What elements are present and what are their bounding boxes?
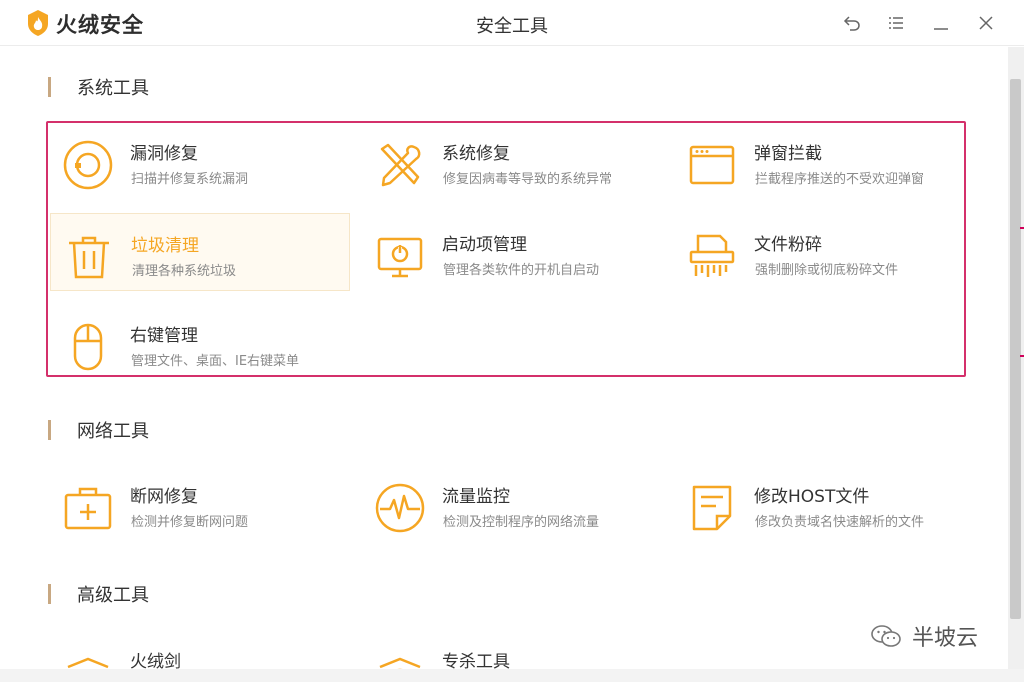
tool-title: 漏洞修复 (130, 144, 198, 164)
first-aid-icon (64, 487, 112, 530)
tool-title: 修改HOST文件 (754, 487, 870, 507)
tool-description: 修改负责域名快速解析的文件 (755, 515, 925, 530)
tool-file-shredder[interactable]: 文件粉碎 强制删除或彻底粉碎文件 (674, 213, 974, 291)
minimize-icon (934, 28, 948, 30)
section-title: 网络工具 (77, 421, 149, 442)
popup-window-icon (689, 145, 735, 185)
tool-edit-hosts-file[interactable]: 修改HOST文件 修改负责域名快速解析的文件 (674, 465, 974, 543)
mouse-icon (73, 323, 103, 371)
tools-panel: 系统工具 漏洞修复 扫描并修复系统漏洞 系统修复 修复因病毒等导致的系统异常 弹… (0, 47, 1008, 669)
tool-specialized-removal[interactable]: 专杀工具 (362, 630, 662, 669)
menu-button[interactable] (884, 11, 908, 35)
tool-title: 流量监控 (442, 487, 510, 507)
tool-description: 检测并修复断网问题 (131, 515, 249, 530)
title-bar: 火绒安全 安全工具 (0, 0, 1024, 46)
patch-icon (63, 140, 113, 190)
watermark-text: 半坡云 (912, 626, 979, 651)
vertical-scrollbar[interactable] (1008, 47, 1024, 669)
menu-icon (889, 17, 903, 29)
tool-title: 系统修复 (442, 144, 510, 164)
section-header-advanced-tools: 高级工具 (48, 582, 149, 606)
startup-monitor-icon (377, 237, 423, 278)
watermark: 半坡云 (870, 620, 978, 652)
tool-context-menu-manager[interactable]: 右键管理 管理文件、桌面、IE右键菜单 (50, 304, 350, 382)
edge-mark (1020, 227, 1024, 229)
tool-traffic-monitor[interactable]: 流量监控 检测及控制程序的网络流量 (362, 465, 662, 543)
shredder-icon (689, 234, 735, 277)
tool-title: 专杀工具 (442, 652, 510, 669)
window-title: 安全工具 (476, 16, 548, 37)
tool-popup-block[interactable]: 弹窗拦截 拦截程序推送的不受欢迎弹窗 (674, 122, 974, 200)
wechat-icon (871, 625, 901, 647)
scrollbar-thumb[interactable] (1010, 79, 1021, 619)
tool-description: 管理各类软件的开机自启动 (443, 263, 600, 278)
repair-tools-icon (380, 143, 421, 187)
section-accent-bar (48, 584, 51, 604)
section-accent-bar (48, 77, 51, 97)
section-title: 高级工具 (77, 585, 149, 606)
tool-description: 修复因病毒等导致的系统异常 (443, 172, 613, 187)
back-button[interactable] (840, 11, 864, 35)
section-header-network-tools: 网络工具 (48, 418, 149, 442)
tool-title: 右键管理 (130, 326, 198, 346)
tool-title: 文件粉碎 (754, 235, 822, 255)
tool-vulnerability-repair[interactable]: 漏洞修复 扫描并修复系统漏洞 (50, 122, 350, 200)
tool-title: 启动项管理 (442, 235, 527, 255)
tool-huorong-sword[interactable]: 火绒剑 (50, 630, 350, 669)
minimize-button[interactable] (929, 11, 953, 35)
shield-icon (379, 657, 421, 669)
edge-mark (1020, 355, 1024, 357)
section-header-system-tools: 系统工具 (48, 75, 149, 99)
tool-junk-cleanup[interactable]: 垃圾清理 清理各种系统垃圾 (50, 213, 350, 291)
tool-description: 强制删除或彻底粉碎文件 (755, 263, 899, 278)
close-button[interactable] (974, 11, 998, 35)
back-icon (843, 16, 860, 31)
trash-icon (69, 236, 109, 279)
tool-startup-manager[interactable]: 启动项管理 管理各类软件的开机自启动 (362, 213, 662, 291)
traffic-pulse-icon (375, 483, 425, 533)
tool-title: 弹窗拦截 (754, 144, 822, 164)
document-icon (692, 485, 732, 531)
tool-description: 扫描并修复系统漏洞 (131, 172, 249, 187)
section-title: 系统工具 (77, 78, 149, 99)
tool-title: 垃圾清理 (131, 236, 199, 256)
tool-description: 检测及控制程序的网络流量 (443, 515, 600, 530)
tool-title: 火绒剑 (130, 652, 181, 669)
sword-icon (67, 657, 109, 669)
section-accent-bar (48, 420, 51, 440)
tool-description: 拦截程序推送的不受欢迎弹窗 (755, 172, 925, 187)
close-icon (979, 16, 993, 30)
tool-description: 管理文件、桌面、IE右键菜单 (131, 354, 300, 369)
tool-description: 清理各种系统垃圾 (132, 264, 237, 279)
tool-title: 断网修复 (130, 487, 198, 507)
tool-system-repair[interactable]: 系统修复 修复因病毒等导致的系统异常 (362, 122, 662, 200)
tool-network-repair[interactable]: 断网修复 检测并修复断网问题 (50, 465, 350, 543)
window-bottom-border (0, 669, 1024, 682)
